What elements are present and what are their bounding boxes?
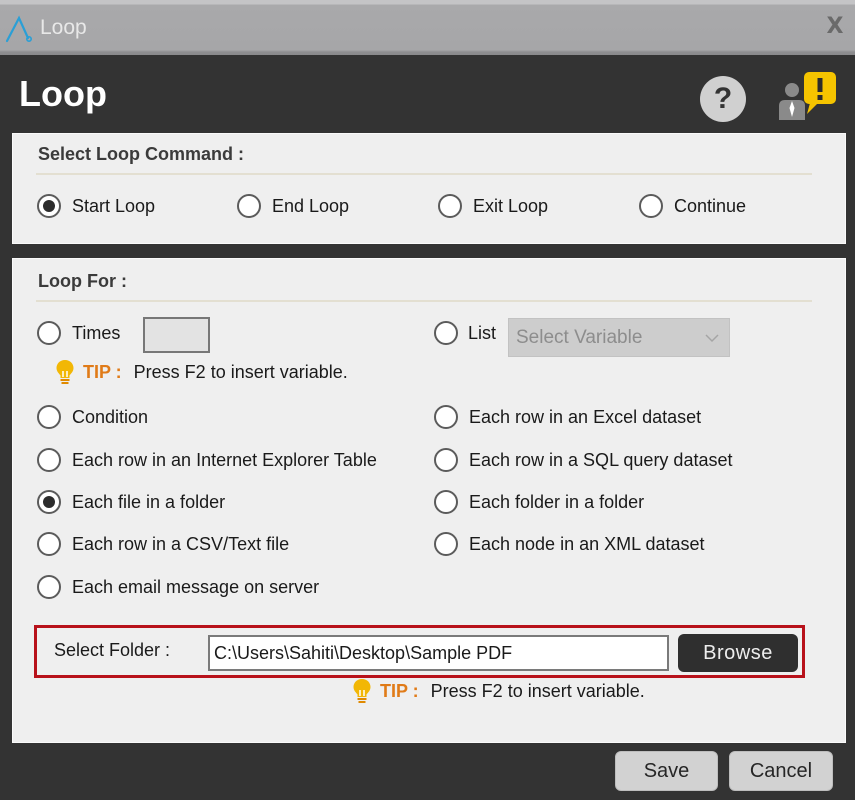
radio-ie-table-rows[interactable]: Each row in an Internet Explorer Table xyxy=(37,448,377,472)
automate-logo-icon xyxy=(5,15,32,43)
section-divider xyxy=(36,300,812,302)
select-folder-highlight: Select Folder : C:\Users\Sahiti\Desktop\… xyxy=(34,625,805,678)
folder-path-input[interactable]: C:\Users\Sahiti\Desktop\Sample PDF xyxy=(208,635,669,671)
lightbulb-icon xyxy=(353,679,371,703)
radio-csv-rows[interactable]: Each row in a CSV/Text file xyxy=(37,532,289,556)
radio-indicator[interactable] xyxy=(37,575,61,599)
window-title: Loop xyxy=(40,16,87,39)
tip-folder: TIP : Press F2 to insert variable. xyxy=(352,678,645,704)
tip-text: Press F2 to insert variable. xyxy=(133,361,348,382)
radio-label: Each row in an Internet Explorer Table xyxy=(72,449,377,470)
chevron-down-icon xyxy=(705,334,719,343)
radio-list[interactable]: List xyxy=(434,321,496,345)
radio-label: End Loop xyxy=(272,195,350,216)
times-input[interactable] xyxy=(143,317,210,353)
tip-text: Press F2 to insert variable. xyxy=(430,680,645,701)
radio-indicator[interactable] xyxy=(434,448,458,472)
radio-label: Each row in an Excel dataset xyxy=(469,406,702,427)
radio-indicator[interactable] xyxy=(639,194,663,218)
loop-for-heading: Loop For : xyxy=(38,271,127,291)
radio-start-loop[interactable]: Start Loop xyxy=(37,194,155,218)
radio-label: Exit Loop xyxy=(473,195,549,216)
radio-indicator[interactable] xyxy=(37,321,61,345)
radio-excel-rows[interactable]: Each row in an Excel dataset xyxy=(434,405,701,429)
radio-xml-nodes[interactable]: Each node in an XML dataset xyxy=(434,532,705,556)
radio-label: Each row in a SQL query dataset xyxy=(469,449,733,470)
tip-label: TIP : xyxy=(380,680,419,701)
tip-label: TIP : xyxy=(83,361,122,382)
radio-indicator[interactable] xyxy=(434,321,458,345)
loop-command-panel: Select Loop Command : Start Loop End Loo… xyxy=(12,133,846,244)
help-button[interactable]: ? xyxy=(700,76,746,122)
radio-label: Each email message on server xyxy=(72,576,320,597)
radio-indicator[interactable] xyxy=(237,194,261,218)
radio-label: List xyxy=(468,322,497,343)
radio-indicator[interactable] xyxy=(37,405,61,429)
radio-files-in-folder[interactable]: Each file in a folder xyxy=(37,490,225,514)
close-icon: X xyxy=(826,14,844,39)
radio-exit-loop[interactable]: Exit Loop xyxy=(438,194,548,218)
radio-indicator[interactable] xyxy=(434,490,458,514)
radio-condition[interactable]: Condition xyxy=(37,405,148,429)
radio-indicator[interactable] xyxy=(434,532,458,556)
radio-folders-in-folder[interactable]: Each folder in a folder xyxy=(434,490,644,514)
radio-end-loop[interactable]: End Loop xyxy=(237,194,349,218)
radio-sql-rows[interactable]: Each row in a SQL query dataset xyxy=(434,448,732,472)
help-icon: ? xyxy=(713,82,733,115)
radio-email-messages[interactable]: Each email message on server xyxy=(37,575,319,599)
radio-continue[interactable]: Continue xyxy=(639,194,746,218)
radio-label: Condition xyxy=(72,406,149,427)
list-variable-select[interactable]: Select Variable xyxy=(508,318,730,357)
radio-indicator[interactable] xyxy=(434,405,458,429)
select-placeholder: Select Variable xyxy=(516,326,643,348)
loop-command-heading: Select Loop Command : xyxy=(38,144,245,164)
close-button[interactable]: X xyxy=(823,14,847,40)
radio-label: Times xyxy=(72,322,121,343)
radio-label: Continue xyxy=(674,195,747,216)
radio-indicator[interactable] xyxy=(37,448,61,472)
radio-times[interactable]: Times xyxy=(37,321,120,345)
window-titlebar: Loop X xyxy=(0,0,855,55)
radio-label: Each folder in a folder xyxy=(469,491,645,512)
radio-label: Each node in an XML dataset xyxy=(469,533,705,554)
radio-indicator[interactable] xyxy=(37,490,61,514)
browse-button[interactable]: Browse xyxy=(678,634,798,672)
section-divider xyxy=(36,173,812,175)
cancel-button[interactable]: Cancel xyxy=(729,751,833,791)
radio-indicator[interactable] xyxy=(438,194,462,218)
radio-indicator[interactable] xyxy=(37,532,61,556)
radio-label: Each row in a CSV/Text file xyxy=(72,533,290,554)
select-folder-label: Select Folder : xyxy=(54,640,171,660)
radio-label: Each file in a folder xyxy=(72,491,226,512)
lightbulb-icon xyxy=(56,360,74,384)
page-title: Loop xyxy=(19,73,107,114)
loop-for-panel: Loop For : Times TIP : Press F2 to inser… xyxy=(12,258,846,743)
save-button[interactable]: Save xyxy=(615,751,718,791)
radio-indicator[interactable] xyxy=(37,194,61,218)
tip-times: TIP : Press F2 to insert variable. xyxy=(55,359,348,385)
support-agent-alert-icon[interactable] xyxy=(776,70,838,122)
radio-label: Start Loop xyxy=(72,195,156,216)
